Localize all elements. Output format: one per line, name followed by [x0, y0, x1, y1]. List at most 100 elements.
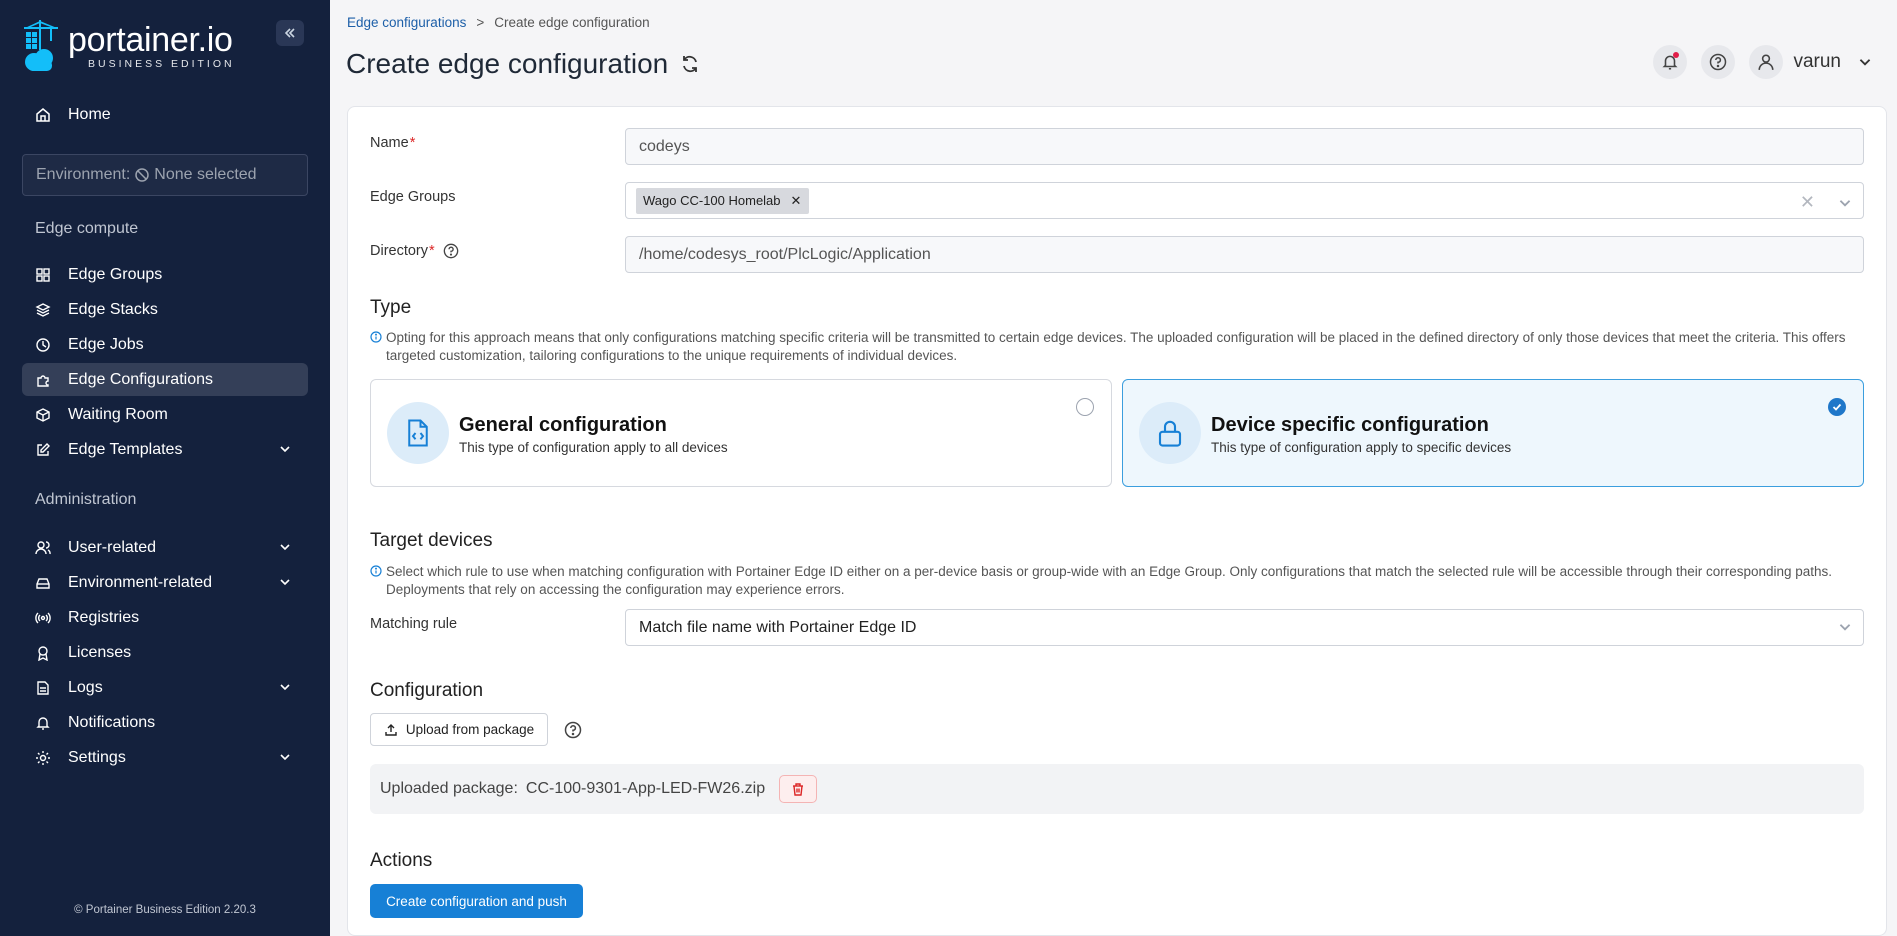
select-controls [1837, 619, 1853, 635]
refresh-icon[interactable] [680, 54, 700, 74]
brand-name: portainer.io [68, 21, 233, 59]
edge-groups-select[interactable]: Wago CC-100 Homelab ✕ ✕ [625, 182, 1864, 219]
layers-icon [34, 301, 52, 319]
sidebar-item-label: Registries [68, 608, 140, 626]
sidebar-item-label: Home [68, 105, 111, 123]
home-icon [34, 106, 52, 124]
info-icon [370, 565, 382, 577]
sidebar-item-home[interactable]: Home [22, 98, 308, 131]
sidebar-item-label: User-related [68, 538, 157, 556]
edge-group-tag: Wago CC-100 Homelab ✕ [636, 187, 810, 214]
general-configuration-desc: This type of configuration apply to all … [459, 440, 728, 455]
double-chevron-left-icon [284, 28, 295, 38]
sidebar-item-label: Waiting Room [68, 405, 168, 423]
sidebar-item-edge-stacks[interactable]: Edge Stacks [22, 293, 308, 326]
sidebar-item-settings[interactable]: Settings [22, 741, 308, 774]
general-configuration-radio[interactable] [1076, 398, 1094, 416]
sidebar-item-environment-related[interactable]: Environment-related [22, 566, 308, 599]
sidebar-item-label: Edge Groups [68, 265, 163, 283]
delete-package-button[interactable] [779, 775, 818, 803]
sidebar-item-notifications[interactable]: Notifications [22, 706, 308, 739]
trash-icon [793, 783, 804, 796]
radio-icon [34, 609, 52, 627]
chevron-down-icon[interactable] [1857, 54, 1873, 70]
user-icon [1758, 54, 1775, 70]
ban-icon [135, 168, 150, 182]
general-configuration-title: General configuration [459, 414, 667, 436]
chevron-down-icon [280, 544, 290, 551]
package-prefix: Uploaded package: [380, 780, 518, 797]
clear-icon[interactable]: ✕ [1800, 192, 1815, 213]
notifications-button[interactable] [1653, 45, 1688, 79]
uploaded-package-row: Uploaded package: CC-100-9301-App-LED-FW… [370, 764, 1864, 814]
sidebar-item-licenses[interactable]: Licenses [22, 636, 308, 669]
section-administration: Administration [35, 491, 137, 508]
device-specific-configuration-title: Device specific configuration [1211, 414, 1489, 436]
environment-prefix: Environment: [36, 166, 131, 183]
sidebar-item-user-related[interactable]: User-related [22, 531, 308, 564]
grid-icon [34, 266, 52, 284]
help-icon[interactable] [443, 243, 459, 259]
info-icon [370, 331, 382, 343]
directory-input[interactable]: /home/codesys_root/PlcLogic/Application [625, 236, 1864, 273]
chevron-down-icon [280, 684, 290, 691]
bell-icon [34, 714, 52, 732]
upload-package-button[interactable]: Upload from package [370, 713, 548, 746]
file-code-icon [387, 402, 449, 464]
chevron-down-icon [1839, 624, 1851, 631]
sidebar-item-waiting-room[interactable]: Waiting Room [22, 398, 308, 431]
breadcrumb: Edge configurations > Create edge configur… [347, 15, 650, 30]
breadcrumb-separator: > [476, 15, 485, 30]
actions-title: Actions [370, 850, 433, 871]
sidebar-item-edge-groups[interactable]: Edge Groups [22, 258, 308, 291]
file-icon [34, 679, 52, 697]
target-info: Select which rule to use when matching c… [370, 563, 1870, 599]
chevron-down-icon[interactable] [1837, 195, 1853, 211]
portainer-logo-icon [24, 20, 58, 71]
brand-logo[interactable]: portainer.io BUSINESS EDITION [22, 18, 235, 74]
remove-tag-icon[interactable]: ✕ [791, 193, 802, 209]
configuration-title: Configuration [370, 680, 484, 701]
general-configuration-option[interactable]: General configuration This type of confi… [370, 379, 1112, 487]
sidebar: portainer.io BUSINESS EDITION Home Envir… [0, 0, 330, 936]
matching-rule-label: Matching rule [370, 616, 458, 632]
header-actions: varun [1639, 45, 1873, 79]
sidebar-item-label: Edge Configurations [68, 370, 213, 388]
sidebar-item-logs[interactable]: Logs [22, 671, 308, 704]
environment-selector[interactable]: Environment: None selected [22, 154, 308, 196]
type-info: Opting for this approach means that only… [370, 329, 1870, 365]
target-devices-title: Target devices [370, 530, 493, 551]
create-configuration-button[interactable]: Create configuration and push [370, 884, 583, 918]
sidebar-item-label: Settings [68, 748, 126, 766]
lock-icon [1139, 402, 1201, 464]
brand-edition: BUSINESS EDITION [88, 58, 235, 70]
breadcrumb-parent-link[interactable]: Edge configurations [347, 15, 466, 30]
device-specific-configuration-radio[interactable] [1828, 398, 1846, 416]
edit-icon [34, 441, 52, 459]
user-avatar-button[interactable] [1749, 45, 1784, 79]
help-icon [1710, 53, 1727, 71]
type-section-title: Type [370, 297, 412, 318]
sidebar-item-label: Edge Stacks [68, 300, 158, 318]
help-icon[interactable] [564, 721, 582, 739]
chevron-down-icon [280, 579, 290, 586]
check-icon [1832, 403, 1842, 411]
sidebar-item-label: Environment-related [68, 573, 213, 591]
clock-icon [34, 336, 52, 354]
version-footer: © Portainer Business Edition 2.20.3 [74, 904, 256, 916]
device-specific-configuration-option[interactable]: Device specific configuration This type … [1122, 379, 1864, 487]
sidebar-item-edge-jobs[interactable]: Edge Jobs [22, 328, 308, 361]
gear-icon [34, 749, 52, 767]
help-button[interactable] [1701, 45, 1736, 79]
collapse-sidebar-button[interactable] [276, 20, 304, 46]
chevron-down-icon [280, 754, 290, 761]
matching-rule-select[interactable]: Match file name with Portainer Edge ID [625, 609, 1864, 646]
name-input[interactable]: codeys [625, 128, 1864, 165]
user-name[interactable]: varun [1793, 51, 1841, 73]
sidebar-item-registries[interactable]: Registries [22, 601, 308, 634]
page-title-row: Create edge configuration [346, 48, 700, 80]
sidebar-item-edge-configurations[interactable]: Edge Configurations [22, 363, 308, 396]
puzzle-icon [34, 371, 52, 389]
sidebar-item-edge-templates[interactable]: Edge Templates [22, 433, 308, 466]
package-file-name: CC-100-9301-App-LED-FW26.zip [525, 780, 766, 797]
